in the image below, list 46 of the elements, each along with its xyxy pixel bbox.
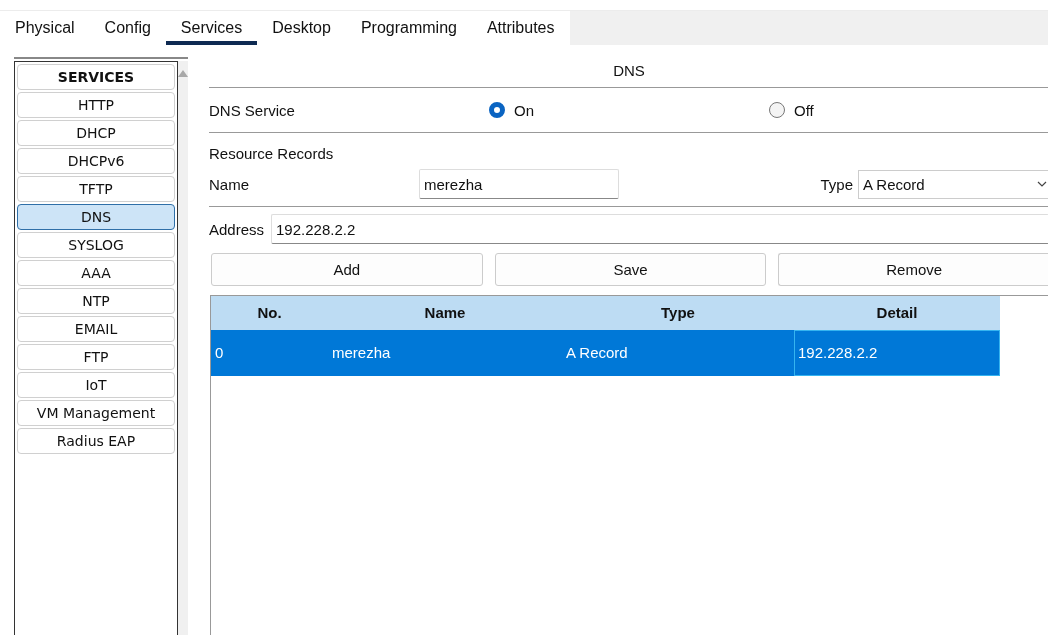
scrollbar[interactable] [178,61,188,635]
sidebar-item[interactable]: DHCPv6 [17,148,175,174]
sidebar-item[interactable]: DHCP [17,120,175,146]
sidebar-item[interactable]: DNS [17,204,175,230]
panel-title: DNS [612,61,646,81]
column-header[interactable]: Name [328,296,562,330]
field-label: Name [209,175,250,193]
input-field[interactable]: merezha [419,169,619,199]
column-header[interactable]: Detail [794,296,1000,330]
table-cell[interactable]: A Record [562,330,794,376]
field-label: DNS Service [209,101,296,119]
field-label: Address [209,220,265,238]
radio-label: Off [794,101,814,119]
type-dropdown[interactable]: A Record [858,169,1048,199]
sidebar-item[interactable]: IoT [17,372,175,398]
input-field[interactable]: 192.228.2.2 [271,214,1048,244]
table-cell[interactable]: 0 [211,330,328,376]
field-label: Type [820,175,853,193]
sidebar-item[interactable]: HTTP [17,92,175,118]
tab[interactable]: Config [89,11,166,45]
section-label: Resource Records [209,144,335,164]
action-button[interactable]: Save [494,253,767,286]
tab[interactable]: Attributes [471,11,570,45]
chevron-down-icon [1037,181,1047,187]
sidebar-item[interactable]: EMAIL [17,316,175,342]
sidebar-item[interactable]: TFTP [17,176,175,202]
sidebar-item[interactable]: VM Management [17,400,175,426]
radio-button[interactable] [769,102,785,118]
tab[interactable]: Desktop [257,11,346,45]
sidebar-item[interactable]: AAA [17,260,175,286]
tab[interactable]: Programming [345,11,472,45]
sidebar-item[interactable]: Radius EAP [17,428,175,454]
sidebar-item[interactable]: SYSLOG [17,232,175,258]
table-cell[interactable]: 192.228.2.2 [794,330,1000,376]
radio-label: On [514,101,534,119]
tab[interactable]: Physical [0,11,90,45]
action-button[interactable]: Add [211,253,483,286]
tab[interactable]: Services [165,11,258,45]
table-cell[interactable]: merezha [328,330,562,376]
action-button[interactable]: Remove [778,253,1048,286]
radio-button[interactable] [489,102,505,118]
sidebar-item[interactable]: NTP [17,288,175,314]
column-header[interactable]: Type [562,296,794,330]
sidebar-item[interactable]: FTP [17,344,175,370]
column-header[interactable]: No. [211,296,328,330]
sidebar-header[interactable]: SERVICES [17,64,175,90]
